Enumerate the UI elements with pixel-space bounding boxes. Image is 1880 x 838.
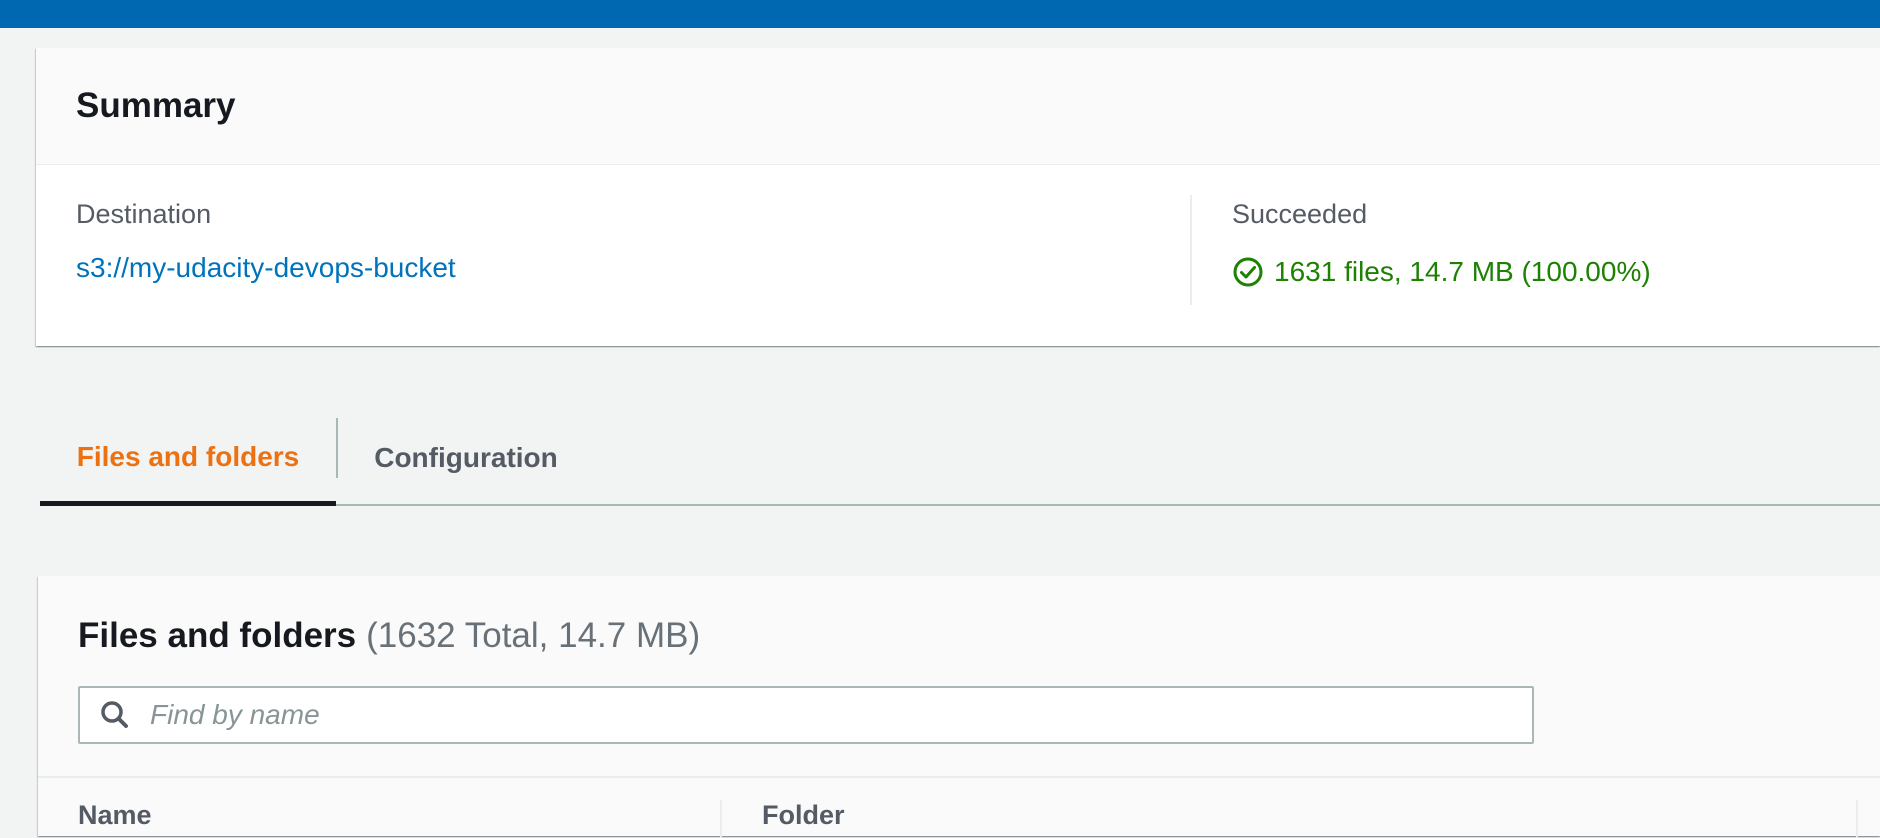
succeeded-label: Succeeded <box>1232 199 1368 229</box>
top-bar <box>0 0 1880 28</box>
files-counter: (1632 Total, 14.7 MB) <box>366 616 701 655</box>
column-header-folder[interactable]: Folder <box>762 800 845 831</box>
files-header: Files and folders (1632 Total, 14.7 MB) <box>78 616 700 656</box>
summary-container: Summary Destination s3://my-udacity-devo… <box>36 48 1880 346</box>
search-input[interactable] <box>150 690 1510 740</box>
destination-column: Destination s3://my-udacity-devops-bucke… <box>76 199 456 284</box>
column-divider <box>1190 195 1192 305</box>
destination-label: Destination <box>76 199 212 229</box>
column-header-name[interactable]: Name <box>78 800 152 831</box>
succeeded-status: 1631 files, 14.7 MB (100.00%) <box>1232 256 1651 288</box>
destination-link[interactable]: s3://my-udacity-devops-bucket <box>76 252 456 284</box>
check-circle-icon <box>1232 256 1264 288</box>
files-title: Files and folders <box>78 616 357 655</box>
column-divider[interactable] <box>720 800 722 838</box>
summary-body: Destination s3://my-udacity-devops-bucke… <box>36 165 1880 345</box>
tab-files-and-folders[interactable]: Files and folders <box>40 412 336 506</box>
table-header: Name Folder <box>38 776 1880 838</box>
summary-header: Summary <box>36 48 1880 165</box>
tab-list: Files and folders Configuration <box>40 412 1880 506</box>
succeeded-value: 1631 files, 14.7 MB (100.00%) <box>1274 256 1651 287</box>
tab-configuration[interactable]: Configuration <box>340 412 592 504</box>
search-box[interactable] <box>78 686 1534 744</box>
files-container: Files and folders (1632 Total, 14.7 MB) … <box>38 576 1880 838</box>
succeeded-column: Succeeded 1631 files, 14.7 MB (100.00%) <box>1232 199 1651 288</box>
tab-separator <box>336 418 338 478</box>
search-icon <box>98 698 132 732</box>
column-divider[interactable] <box>1856 800 1858 838</box>
summary-title: Summary <box>76 86 236 125</box>
